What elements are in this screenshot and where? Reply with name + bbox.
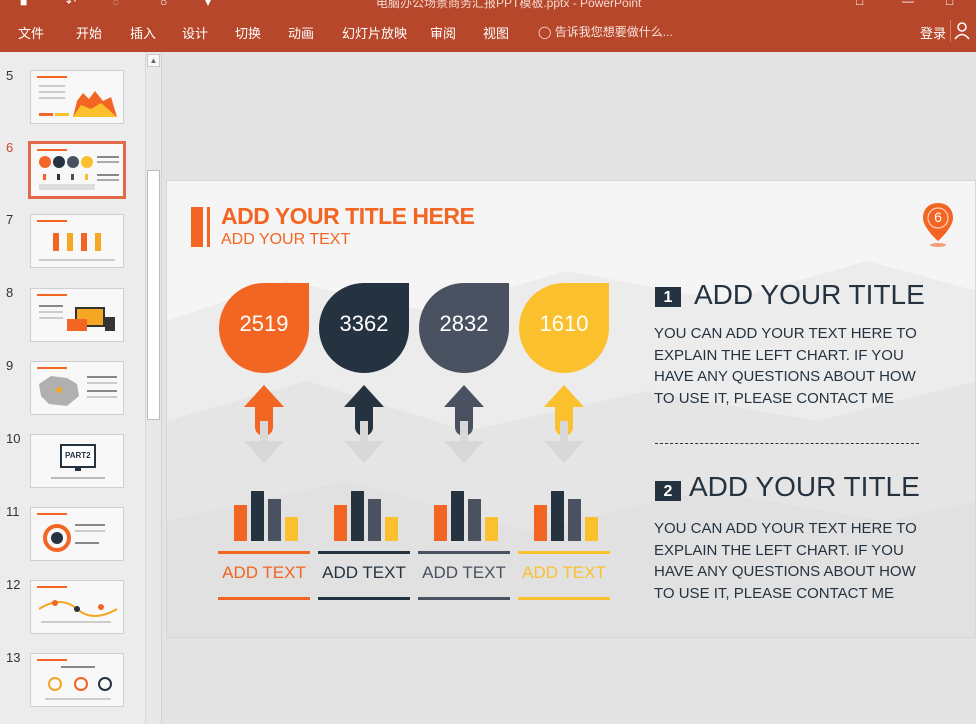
tell-me-text: 告诉我您想要做什么...: [554, 25, 673, 39]
thumb-number: 10: [6, 431, 21, 446]
thumb-number: 13: [6, 650, 21, 665]
bar-icon-1-2: [251, 491, 264, 541]
thumb-number: 11: [6, 504, 20, 519]
save-icon[interactable]: ■: [20, 0, 27, 9]
bar-icon-1-1: [234, 505, 247, 541]
slide-thumbnail[interactable]: [30, 580, 124, 634]
section-number-2: 2: [655, 481, 681, 501]
underline-bottom-4: [518, 597, 610, 600]
present-icon[interactable]: ○: [160, 0, 167, 9]
bar-icon-2-4: [385, 517, 398, 541]
underline-top-3: [418, 551, 510, 554]
drop-value-1[interactable]: 2519: [219, 311, 309, 337]
drop-value-3[interactable]: 2832: [419, 311, 509, 337]
tab-file[interactable]: 文件: [18, 23, 44, 42]
underline-top-2: [318, 551, 410, 554]
slide-thumbnail[interactable]: [30, 653, 124, 707]
lightbulb-icon: ◯: [538, 25, 552, 39]
thumb-part-text: PART2: [65, 451, 91, 460]
login-button[interactable]: 登录: [920, 23, 946, 42]
scroll-up-icon[interactable]: ▲: [147, 54, 160, 67]
window-title: 电脑办公场景商务汇报PPT模板.pptx - PowerPoint: [376, 0, 642, 10]
ribbon-tabs: 文件 开始 插入 设计 切换 动画 幻灯片放映 审阅 视图 ◯ 告诉我您想要做什…: [0, 18, 976, 44]
underline-bottom-1: [218, 597, 310, 600]
slide-thumbnail[interactable]: [30, 507, 124, 561]
drop-value-4[interactable]: 1610: [519, 311, 609, 337]
title-accent-line: [207, 207, 210, 247]
section-title-1[interactable]: ADD YOUR TITLE: [694, 279, 925, 311]
thumb-number: 9: [6, 358, 14, 373]
minimize-icon[interactable]: —: [902, 0, 914, 8]
bar-icon-4-4: [585, 517, 598, 541]
tab-view[interactable]: 视图: [483, 23, 509, 42]
section-divider: [655, 443, 919, 444]
tab-slideshow[interactable]: 幻灯片放映: [342, 23, 407, 42]
tell-me-box[interactable]: ◯ 告诉我您想要做什么...: [538, 23, 673, 40]
item-label-2[interactable]: ADD TEXT: [318, 563, 410, 583]
item-label-4[interactable]: ADD TEXT: [518, 563, 610, 583]
down-arrow-shadow-icon-1: [244, 421, 284, 463]
redo-icon[interactable]: ○: [112, 0, 119, 9]
undo-icon[interactable]: ↶: [66, 0, 76, 9]
slide-thumbnail-panel: 5 6 7 8 9 10 PART2 11 12 13: [0, 52, 162, 724]
ribbon-bar: ■ ↶ ○ ○ ▾ 电脑办公场景商务汇报PPT模板.pptx - PowerPo…: [0, 0, 976, 52]
underline-bottom-3: [418, 597, 510, 600]
title-accent-bar: [191, 207, 203, 247]
underline-top-4: [518, 551, 610, 554]
ribbon-options-icon[interactable]: □: [856, 0, 863, 8]
slide-thumbnail[interactable]: [30, 70, 124, 124]
thumbnail-scrollbar[interactable]: ▲: [145, 52, 161, 724]
tab-home[interactable]: 开始: [76, 23, 102, 42]
down-arrow-shadow-icon-3: [444, 421, 484, 463]
section-title-2[interactable]: ADD YOUR TITLE: [689, 471, 920, 503]
thumb-number: 6: [6, 140, 14, 155]
thumb-number: 5: [6, 68, 14, 83]
tab-animations[interactable]: 动画: [288, 23, 314, 42]
bar-icon-1-4: [285, 517, 298, 541]
scrollbar-thumb[interactable]: [147, 170, 160, 420]
title-bar: ■ ↶ ○ ○ ▾ 电脑办公场景商务汇报PPT模板.pptx - PowerPo…: [0, 0, 976, 10]
thumb-number: 8: [6, 285, 14, 300]
bar-icon-1-3: [268, 499, 281, 541]
slide-thumbnail[interactable]: [30, 288, 124, 342]
maximize-icon[interactable]: □: [946, 0, 953, 8]
slide-subtitle[interactable]: ADD YOUR TEXT: [221, 231, 350, 249]
page-badge-number: 6: [934, 209, 942, 225]
item-label-3[interactable]: ADD TEXT: [418, 563, 510, 583]
underline-top-1: [218, 551, 310, 554]
bar-icon-2-1: [334, 505, 347, 541]
underline-bottom-2: [318, 597, 410, 600]
drop-value-2[interactable]: 3362: [319, 311, 409, 337]
thumb-number: 7: [6, 212, 14, 227]
bar-icon-3-4: [485, 517, 498, 541]
slide-thumbnail[interactable]: PART2: [30, 434, 124, 488]
bar-icon-3-1: [434, 505, 447, 541]
bar-icon-4-2: [551, 491, 564, 541]
slide-thumbnail-active[interactable]: [28, 141, 126, 199]
tab-review[interactable]: 审阅: [430, 23, 456, 42]
item-label-1[interactable]: ADD TEXT: [218, 563, 310, 583]
down-arrow-shadow-icon-4: [544, 421, 584, 463]
bar-icon-3-3: [468, 499, 481, 541]
section-number-1: 1: [655, 287, 681, 307]
tab-transitions[interactable]: 切换: [235, 23, 261, 42]
slide-thumbnail[interactable]: [30, 361, 124, 415]
slide-title[interactable]: ADD YOUR TITLE HERE: [221, 203, 475, 230]
bar-icon-4-3: [568, 499, 581, 541]
tab-insert[interactable]: 插入: [130, 23, 156, 42]
user-icon[interactable]: [950, 20, 976, 42]
slide-6[interactable]: ADD YOUR TITLE HERE ADD YOUR TEXT 6 2519…: [166, 180, 976, 638]
thumb-number: 12: [6, 577, 21, 592]
bar-icon-3-2: [451, 491, 464, 541]
tab-design[interactable]: 设计: [182, 23, 208, 42]
section-body-1[interactable]: YOU CAN ADD YOUR TEXT HERE TO EXPLAIN TH…: [654, 323, 934, 409]
slide-thumbnail[interactable]: [30, 214, 124, 268]
bar-icon-2-2: [351, 491, 364, 541]
down-arrow-shadow-icon-2: [344, 421, 384, 463]
bar-icon-2-3: [368, 499, 381, 541]
bar-icon-4-1: [534, 505, 547, 541]
customize-qa-icon[interactable]: ▾: [205, 0, 211, 9]
section-body-2[interactable]: YOU CAN ADD YOUR TEXT HERE TO EXPLAIN TH…: [654, 518, 934, 604]
